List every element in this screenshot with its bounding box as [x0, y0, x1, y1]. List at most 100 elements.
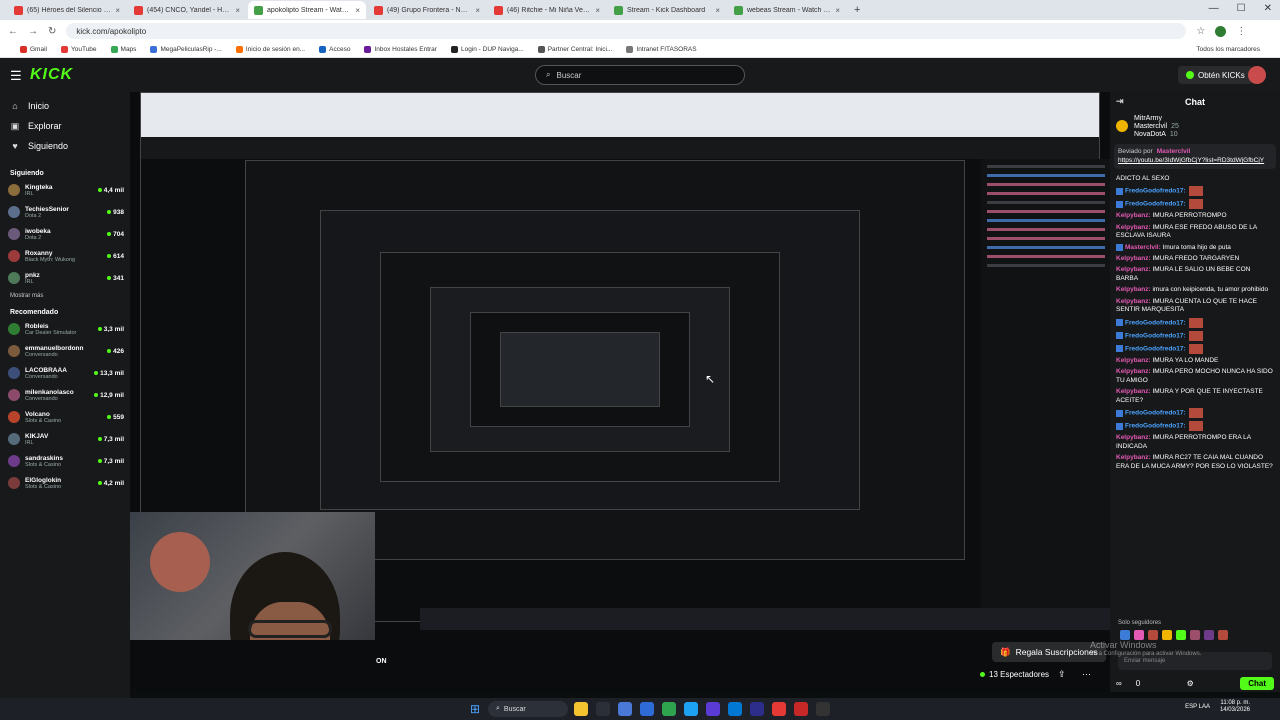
taskbar-app-icon[interactable]: [728, 702, 742, 716]
emote-icon[interactable]: [1148, 630, 1158, 640]
chat-username[interactable]: Kelpybanz:: [1116, 298, 1151, 305]
browser-tab[interactable]: (49) Grupo Frontera - NO SE ×: [368, 1, 486, 19]
tab-close-icon[interactable]: ×: [115, 6, 120, 15]
taskbar-app-icon[interactable]: [618, 702, 632, 716]
chat-username[interactable]: FredoGodofredo17:: [1125, 345, 1186, 352]
channel-item[interactable]: Roxanny Black Myth: Wukong 614: [0, 245, 130, 267]
browser-tab[interactable]: (65) Héroes del Silencio - Mal ×: [8, 1, 126, 19]
channel-item[interactable]: ElGloglokin Slots & Casino 4,2 mil: [0, 472, 130, 494]
channel-item[interactable]: LACOBRAAA Conversando 13,3 mil: [0, 362, 130, 384]
url-field[interactable]: kick.com/apokolipto: [66, 23, 1187, 39]
chat-username[interactable]: Kelpybanz:: [1116, 368, 1151, 375]
taskbar-app-icon[interactable]: [684, 702, 698, 716]
channel-item[interactable]: emmanuelbordonn Conversando 426: [0, 340, 130, 362]
taskbar-app-icon[interactable]: [750, 702, 764, 716]
taskbar-app-icon[interactable]: [596, 702, 610, 716]
tab-close-icon[interactable]: ×: [235, 6, 240, 15]
collapse-chat-icon[interactable]: ⇥: [1116, 96, 1124, 107]
tray-language[interactable]: ESP LAA: [1185, 704, 1210, 710]
channel-item[interactable]: TechiesSenior Dota 2 938: [0, 201, 130, 223]
close-window-button[interactable]: ✕: [1264, 3, 1272, 14]
bookmark-item[interactable]: Intranet FITASORAS: [626, 46, 697, 53]
share-icon[interactable]: ⇪: [1058, 669, 1066, 680]
browser-tab[interactable]: webeas Stream - Watch Live o ×: [728, 1, 846, 19]
search-input[interactable]: ⌕ Buscar: [535, 65, 745, 85]
gift-subs-button[interactable]: 🎁 Regala Suscripciones: [992, 642, 1106, 662]
bookmark-item[interactable]: Acceso: [319, 46, 350, 53]
bookmark-item[interactable]: Login - DUP Naviga...: [450, 46, 524, 53]
chat-username[interactable]: FredoGodofredo17:: [1125, 188, 1186, 195]
chat-username[interactable]: Kelpybanz:: [1116, 255, 1151, 262]
chat-username[interactable]: Kelpybanz:: [1116, 212, 1151, 219]
sidebar-nav-explore[interactable]: ▣ Explorar: [0, 116, 130, 136]
browser-tab[interactable]: (454) CNCO, Yandel - Hoy DJ ×: [128, 1, 246, 19]
tab-close-icon[interactable]: ×: [835, 6, 840, 15]
taskbar-app-icon[interactable]: [574, 702, 588, 716]
channel-item[interactable]: sandraskins Slots & Casino 7,3 mil: [0, 450, 130, 472]
bookmark-item[interactable]: Gmail: [20, 46, 47, 53]
bookmark-item[interactable]: Partner Central: Inici...: [537, 46, 612, 53]
bookmark-item[interactable]: MegaPeliculasRip -...: [150, 46, 222, 53]
channel-item[interactable]: KIKJAV IRL 7,3 mil: [0, 428, 130, 450]
taskbar-app-icon[interactable]: [772, 702, 786, 716]
taskbar-app-icon[interactable]: [794, 702, 808, 716]
taskbar-app-icon[interactable]: [640, 702, 654, 716]
chat-send-button[interactable]: Chat: [1240, 676, 1274, 690]
new-tab-button[interactable]: +: [848, 4, 866, 16]
emote-icon[interactable]: [1190, 630, 1200, 640]
emote-icon[interactable]: [1134, 630, 1144, 640]
chat-username[interactable]: Masterclvil:: [1125, 244, 1161, 251]
bookmark-item[interactable]: Inbox Hostales Entrar: [364, 46, 437, 53]
windows-start-icon[interactable]: ⊞: [470, 702, 480, 716]
chat-username[interactable]: Kelpybanz:: [1116, 286, 1151, 293]
taskbar-app-icon[interactable]: [816, 702, 830, 716]
pinned-link[interactable]: https://youtu.be/3IdWjGfbCjY?list=RD3tdW…: [1118, 157, 1272, 165]
channel-item[interactable]: Volcano Slots & Casino 559: [0, 406, 130, 428]
tab-close-icon[interactable]: ×: [715, 6, 720, 15]
browser-menu-icon[interactable]: ⋮: [1236, 26, 1246, 37]
taskbar-app-icon[interactable]: [662, 702, 676, 716]
bookmark-item[interactable]: YouTube: [60, 46, 97, 53]
chat-username[interactable]: FredoGodofredo17:: [1125, 410, 1186, 417]
taskbar-search[interactable]: ⌕ Buscar: [488, 701, 568, 717]
get-kicks-button[interactable]: Obtén KICKs: [1178, 66, 1253, 84]
minimize-button[interactable]: —: [1209, 3, 1219, 14]
tab-close-icon[interactable]: ×: [595, 6, 600, 15]
bookmark-item[interactable]: Inicio de sesión en...: [235, 46, 305, 53]
chat-username[interactable]: Kelpybanz:: [1116, 454, 1151, 461]
browser-tab[interactable]: Stream - Kick Dashboard ×: [608, 1, 726, 19]
chat-username[interactable]: FredoGodofredo17:: [1125, 423, 1186, 430]
show-more-link[interactable]: Mostrar más: [0, 289, 130, 303]
sidebar-nav-following[interactable]: ♥ Siguiendo: [0, 136, 130, 156]
taskbar-app-icon[interactable]: [706, 702, 720, 716]
browser-tab[interactable]: apokolipto Stream - Watch Live ×: [248, 1, 366, 19]
kick-logo[interactable]: KICK: [30, 66, 73, 84]
star-icon[interactable]: ☆: [1196, 26, 1205, 37]
bookmark-item[interactable]: Maps: [110, 46, 136, 53]
chat-username[interactable]: Kelpybanz:: [1116, 224, 1151, 231]
browser-tab[interactable]: (46) Ritchie - Mi Niña Veneno ×: [488, 1, 606, 19]
sidebar-nav-home[interactable]: ⌂ Inicio: [0, 96, 130, 116]
more-options-icon[interactable]: ⋯: [1082, 669, 1091, 680]
chat-username[interactable]: Kelpybanz:: [1116, 388, 1151, 395]
forward-icon[interactable]: →: [28, 26, 38, 37]
chat-username[interactable]: FredoGodofredo17:: [1125, 319, 1186, 326]
infinity-icon[interactable]: ∞: [1116, 679, 1122, 688]
channel-item[interactable]: pnkz IRL 341: [0, 267, 130, 289]
chat-username[interactable]: Kelpybanz:: [1116, 357, 1151, 364]
profile-avatar[interactable]: [1215, 25, 1227, 37]
reload-icon[interactable]: ↻: [48, 26, 56, 37]
back-icon[interactable]: ←: [8, 26, 18, 37]
taskbar-clock[interactable]: 11:08 p. m. 14/03/2026: [1220, 700, 1250, 714]
chat-username[interactable]: FredoGodofredo17:: [1125, 201, 1186, 208]
channel-item[interactable]: Robleis Car Dealer Simulator 3,3 mil: [0, 318, 130, 340]
maximize-button[interactable]: ☐: [1237, 3, 1246, 14]
emote-icon[interactable]: [1120, 630, 1130, 640]
emote-icon[interactable]: [1176, 630, 1186, 640]
emote-icon[interactable]: [1218, 630, 1228, 640]
user-avatar[interactable]: [1248, 66, 1266, 84]
tab-close-icon[interactable]: ×: [355, 6, 360, 15]
stream-video[interactable]: ↖: [130, 92, 1110, 692]
all-bookmarks-link[interactable]: Todos los marcadores: [1196, 46, 1260, 53]
tab-close-icon[interactable]: ×: [475, 6, 480, 15]
